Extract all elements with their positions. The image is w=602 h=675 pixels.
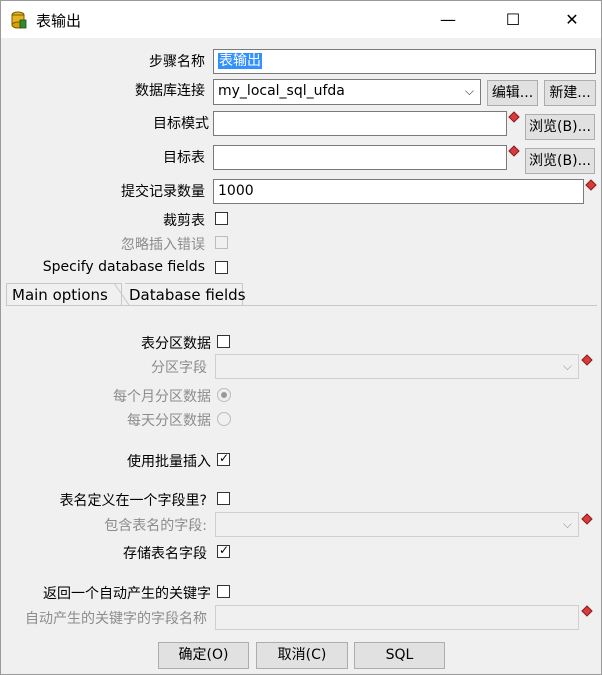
target-table-input[interactable] [213, 145, 507, 170]
monthly-label: 每个月分区数据 [113, 389, 211, 405]
maximize-icon: ☐ [505, 10, 521, 29]
step-name-value: 表输出 [218, 53, 262, 69]
close-button[interactable]: ✕ [549, 1, 595, 38]
target-schema-label: 目标模式 [153, 116, 209, 132]
cancel-button[interactable]: 取消(C) [256, 642, 348, 669]
target-schema-input[interactable] [213, 111, 507, 136]
key-field-input[interactable] [215, 605, 579, 630]
monthly-radio[interactable] [217, 388, 231, 402]
minimize-icon: — [440, 10, 456, 29]
tab-main-options[interactable]: Main options [6, 283, 122, 305]
partition-checkbox[interactable] [217, 335, 230, 348]
step-name-label: 步骤名称 [149, 54, 205, 70]
partition-field-combo[interactable]: ⌵ [215, 354, 579, 379]
step-name-input[interactable]: 表输出 [213, 49, 596, 74]
commit-size-label: 提交记录数量 [121, 184, 205, 200]
table-in-field-checkbox[interactable] [217, 492, 230, 505]
browse-schema-button[interactable]: 浏览(B)... [525, 114, 595, 140]
specify-fields-label: Specify database fields [42, 259, 205, 275]
minimize-button[interactable]: — [425, 1, 471, 38]
chevron-down-icon: ⌵ [464, 84, 474, 98]
truncate-label: 裁剪表 [163, 213, 205, 229]
return-key-label: 返回一个自动产生的关键字 [43, 586, 211, 602]
connection-value: my_local_sql_ufda [218, 83, 345, 99]
daily-label: 每天分区数据 [127, 413, 211, 429]
ignore-errors-checkbox[interactable] [215, 236, 228, 249]
check-icon: ✓ [219, 451, 230, 465]
required-marker-icon [508, 145, 520, 157]
table-field-combo[interactable]: ⌵ [215, 512, 579, 537]
daily-radio[interactable] [217, 412, 231, 426]
batch-insert-checkbox[interactable]: ✓ [217, 451, 230, 466]
store-table-field-checkbox[interactable]: ✓ [217, 543, 230, 558]
app-icon [11, 11, 27, 29]
store-table-field-label: 存储表名字段 [123, 546, 207, 562]
ignore-errors-label: 忽略插入错误 [121, 237, 205, 253]
ok-button[interactable]: 确定(O) [158, 642, 249, 669]
batch-insert-label: 使用批量插入 [127, 454, 211, 470]
required-marker-icon [585, 179, 597, 191]
partition-field-label: 分区字段 [151, 360, 207, 376]
connection-combo[interactable]: my_local_sql_ufda ⌵ [213, 79, 481, 105]
truncate-checkbox[interactable] [215, 212, 228, 225]
table-field-label: 包含表名的字段: [104, 518, 207, 534]
target-table-label: 目标表 [163, 150, 205, 166]
chevron-down-icon: ⌵ [562, 517, 572, 531]
edit-connection-button[interactable]: 编辑... [487, 80, 538, 106]
dialog-window: 表输出 — ☐ ✕ 步骤名称 表输出 数据库连接 my_local_sql_uf… [0, 0, 602, 675]
key-field-label: 自动产生的关键字的字段名称 [25, 611, 207, 627]
chevron-down-icon: ⌵ [562, 359, 572, 373]
commit-size-input[interactable]: 1000 [213, 179, 584, 204]
title-bar: 表输出 — ☐ ✕ [1, 1, 601, 38]
close-icon: ✕ [565, 10, 579, 29]
partition-label: 表分区数据 [141, 336, 211, 352]
required-marker-icon [508, 111, 520, 123]
maximize-button[interactable]: ☐ [490, 1, 536, 38]
new-connection-button[interactable]: 新建... [544, 80, 596, 106]
window-title: 表输出 [36, 12, 82, 30]
specify-fields-checkbox[interactable] [215, 261, 228, 274]
table-in-field-label: 表名定义在一个字段里? [59, 493, 207, 509]
check-icon: ✓ [219, 543, 230, 557]
connection-label: 数据库连接 [135, 83, 205, 99]
tab-database-fields[interactable]: Database fields [125, 283, 246, 305]
sql-button[interactable]: SQL [354, 642, 445, 669]
browse-table-button[interactable]: 浏览(B)... [525, 148, 595, 174]
return-key-checkbox[interactable] [217, 585, 230, 598]
